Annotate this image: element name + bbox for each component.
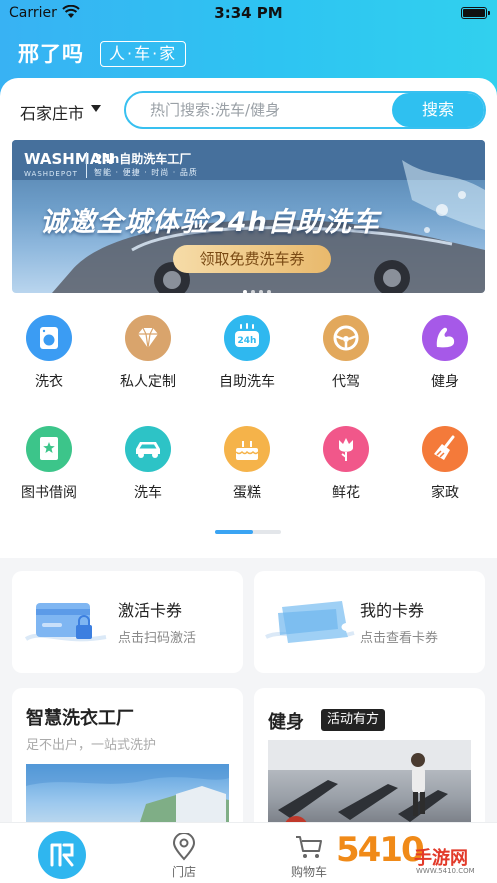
category-custom[interactable]: 私人定制 [113, 315, 183, 391]
activate-coupon-title: 激活卡券 [118, 601, 183, 620]
my-coupons-card[interactable]: 我的卡券 点击查看卡券 [254, 571, 485, 673]
watermark-logo: 5410 手游网 WWW.5410.COM [332, 820, 497, 883]
flower-icon [323, 426, 369, 472]
location-pin-icon [172, 833, 196, 861]
fitness-card[interactable]: 健身 活动有方 [254, 688, 485, 838]
search-input[interactable]: 热门搜索:洗车/健身 [150, 93, 280, 127]
category-laundry[interactable]: 洗衣 [14, 315, 84, 391]
banner-subtitle: 智能 · 便捷 · 时尚 · 品质 [94, 168, 198, 177]
category-designated-driver[interactable]: 代驾 [311, 315, 381, 391]
banner-title: 24h自助洗车工厂 [94, 152, 192, 166]
category-fitness[interactable]: 健身 [410, 315, 480, 391]
fitness-badge: 活动有方 [321, 709, 386, 731]
svg-text:24h: 24h [238, 336, 257, 346]
watermark-number: 5410 [336, 830, 425, 870]
cake-icon [224, 426, 270, 472]
status-bar: Carrier 3:34 PM [0, 0, 497, 26]
fitness-title: 健身 [268, 712, 304, 733]
home-logo-icon [38, 831, 86, 879]
laundry-factory-subtitle: 足不出户，一站式洗护 [26, 738, 157, 753]
muscle-arm-icon [422, 315, 468, 361]
my-coupons-title: 我的卡券 [360, 601, 425, 620]
tab-stores-label: 门店 [171, 865, 196, 879]
activate-coupon-card[interactable]: 激活卡券 点击扫码激活 [12, 571, 243, 673]
category-label: 蛋糕 [233, 485, 261, 501]
watermark-url: WWW.5410.COM [416, 867, 475, 875]
svg-text:邢了吗: 邢了吗 [18, 42, 84, 66]
category-label: 家政 [431, 485, 459, 501]
brand-logo: 邢了吗 [18, 40, 90, 72]
claim-coupon-button[interactable]: 领取免费洗车券 [173, 245, 331, 273]
city-selector[interactable]: 石家庄市 [20, 100, 84, 124]
steering-wheel-icon [323, 315, 369, 361]
book-star-icon [26, 426, 72, 472]
diamond-icon [125, 315, 171, 361]
broom-icon [422, 426, 468, 472]
category-label: 自助洗车 [219, 374, 275, 390]
category-housekeeping[interactable]: 家政 [410, 426, 480, 502]
banner-divider [86, 152, 87, 178]
category-label: 私人定制 [120, 374, 176, 390]
search-button[interactable]: 搜索 [392, 93, 484, 127]
cart-icon [296, 836, 322, 858]
category-label: 代驾 [332, 374, 360, 390]
category-label: 图书借阅 [21, 485, 77, 501]
category-label: 鲜花 [332, 485, 360, 501]
promo-banner[interactable]: WASHMAN WASHDEPOT 24h自助洗车工厂 智能 · 便捷 · 时尚… [12, 140, 485, 293]
search-bar: 热门搜索:洗车/健身 搜索 [124, 91, 486, 129]
laundry-factory-title: 智慧洗衣工厂 [26, 708, 134, 729]
laundry-factory-card[interactable]: 智慧洗衣工厂 足不出户，一站式洗护 [12, 688, 243, 838]
category-cake[interactable]: 蛋糕 [212, 426, 282, 502]
battery-icon [461, 7, 490, 19]
my-coupons-subtitle: 点击查看卡券 [360, 631, 439, 646]
category-label: 洗衣 [35, 374, 63, 390]
washing-machine-icon [26, 315, 72, 361]
banner-logo-sub: WASHDEPOT [24, 170, 78, 178]
category-pager [215, 530, 281, 534]
banner-indicator [241, 279, 273, 293]
clock: 3:34 PM [214, 4, 283, 22]
category-label: 洗车 [134, 485, 162, 501]
brand-tagline: 人·车·家 [100, 41, 187, 67]
chevron-down-icon[interactable] [91, 105, 101, 112]
category-self-carwash[interactable]: 24h 自助洗车 [212, 315, 282, 391]
category-library[interactable]: 图书借阅 [14, 426, 84, 502]
activate-coupon-subtitle: 点击扫码激活 [118, 631, 197, 646]
ticket-icon [265, 601, 355, 643]
car-icon [125, 426, 171, 472]
car-wash-24h-icon: 24h [224, 315, 270, 361]
card-lock-icon [24, 603, 107, 642]
category-carwash[interactable]: 洗车 [113, 426, 183, 502]
category-label: 健身 [431, 374, 459, 390]
banner-headline: 诚邀全城体验24h自助洗车 [40, 207, 380, 238]
category-flowers[interactable]: 鲜花 [311, 426, 381, 502]
